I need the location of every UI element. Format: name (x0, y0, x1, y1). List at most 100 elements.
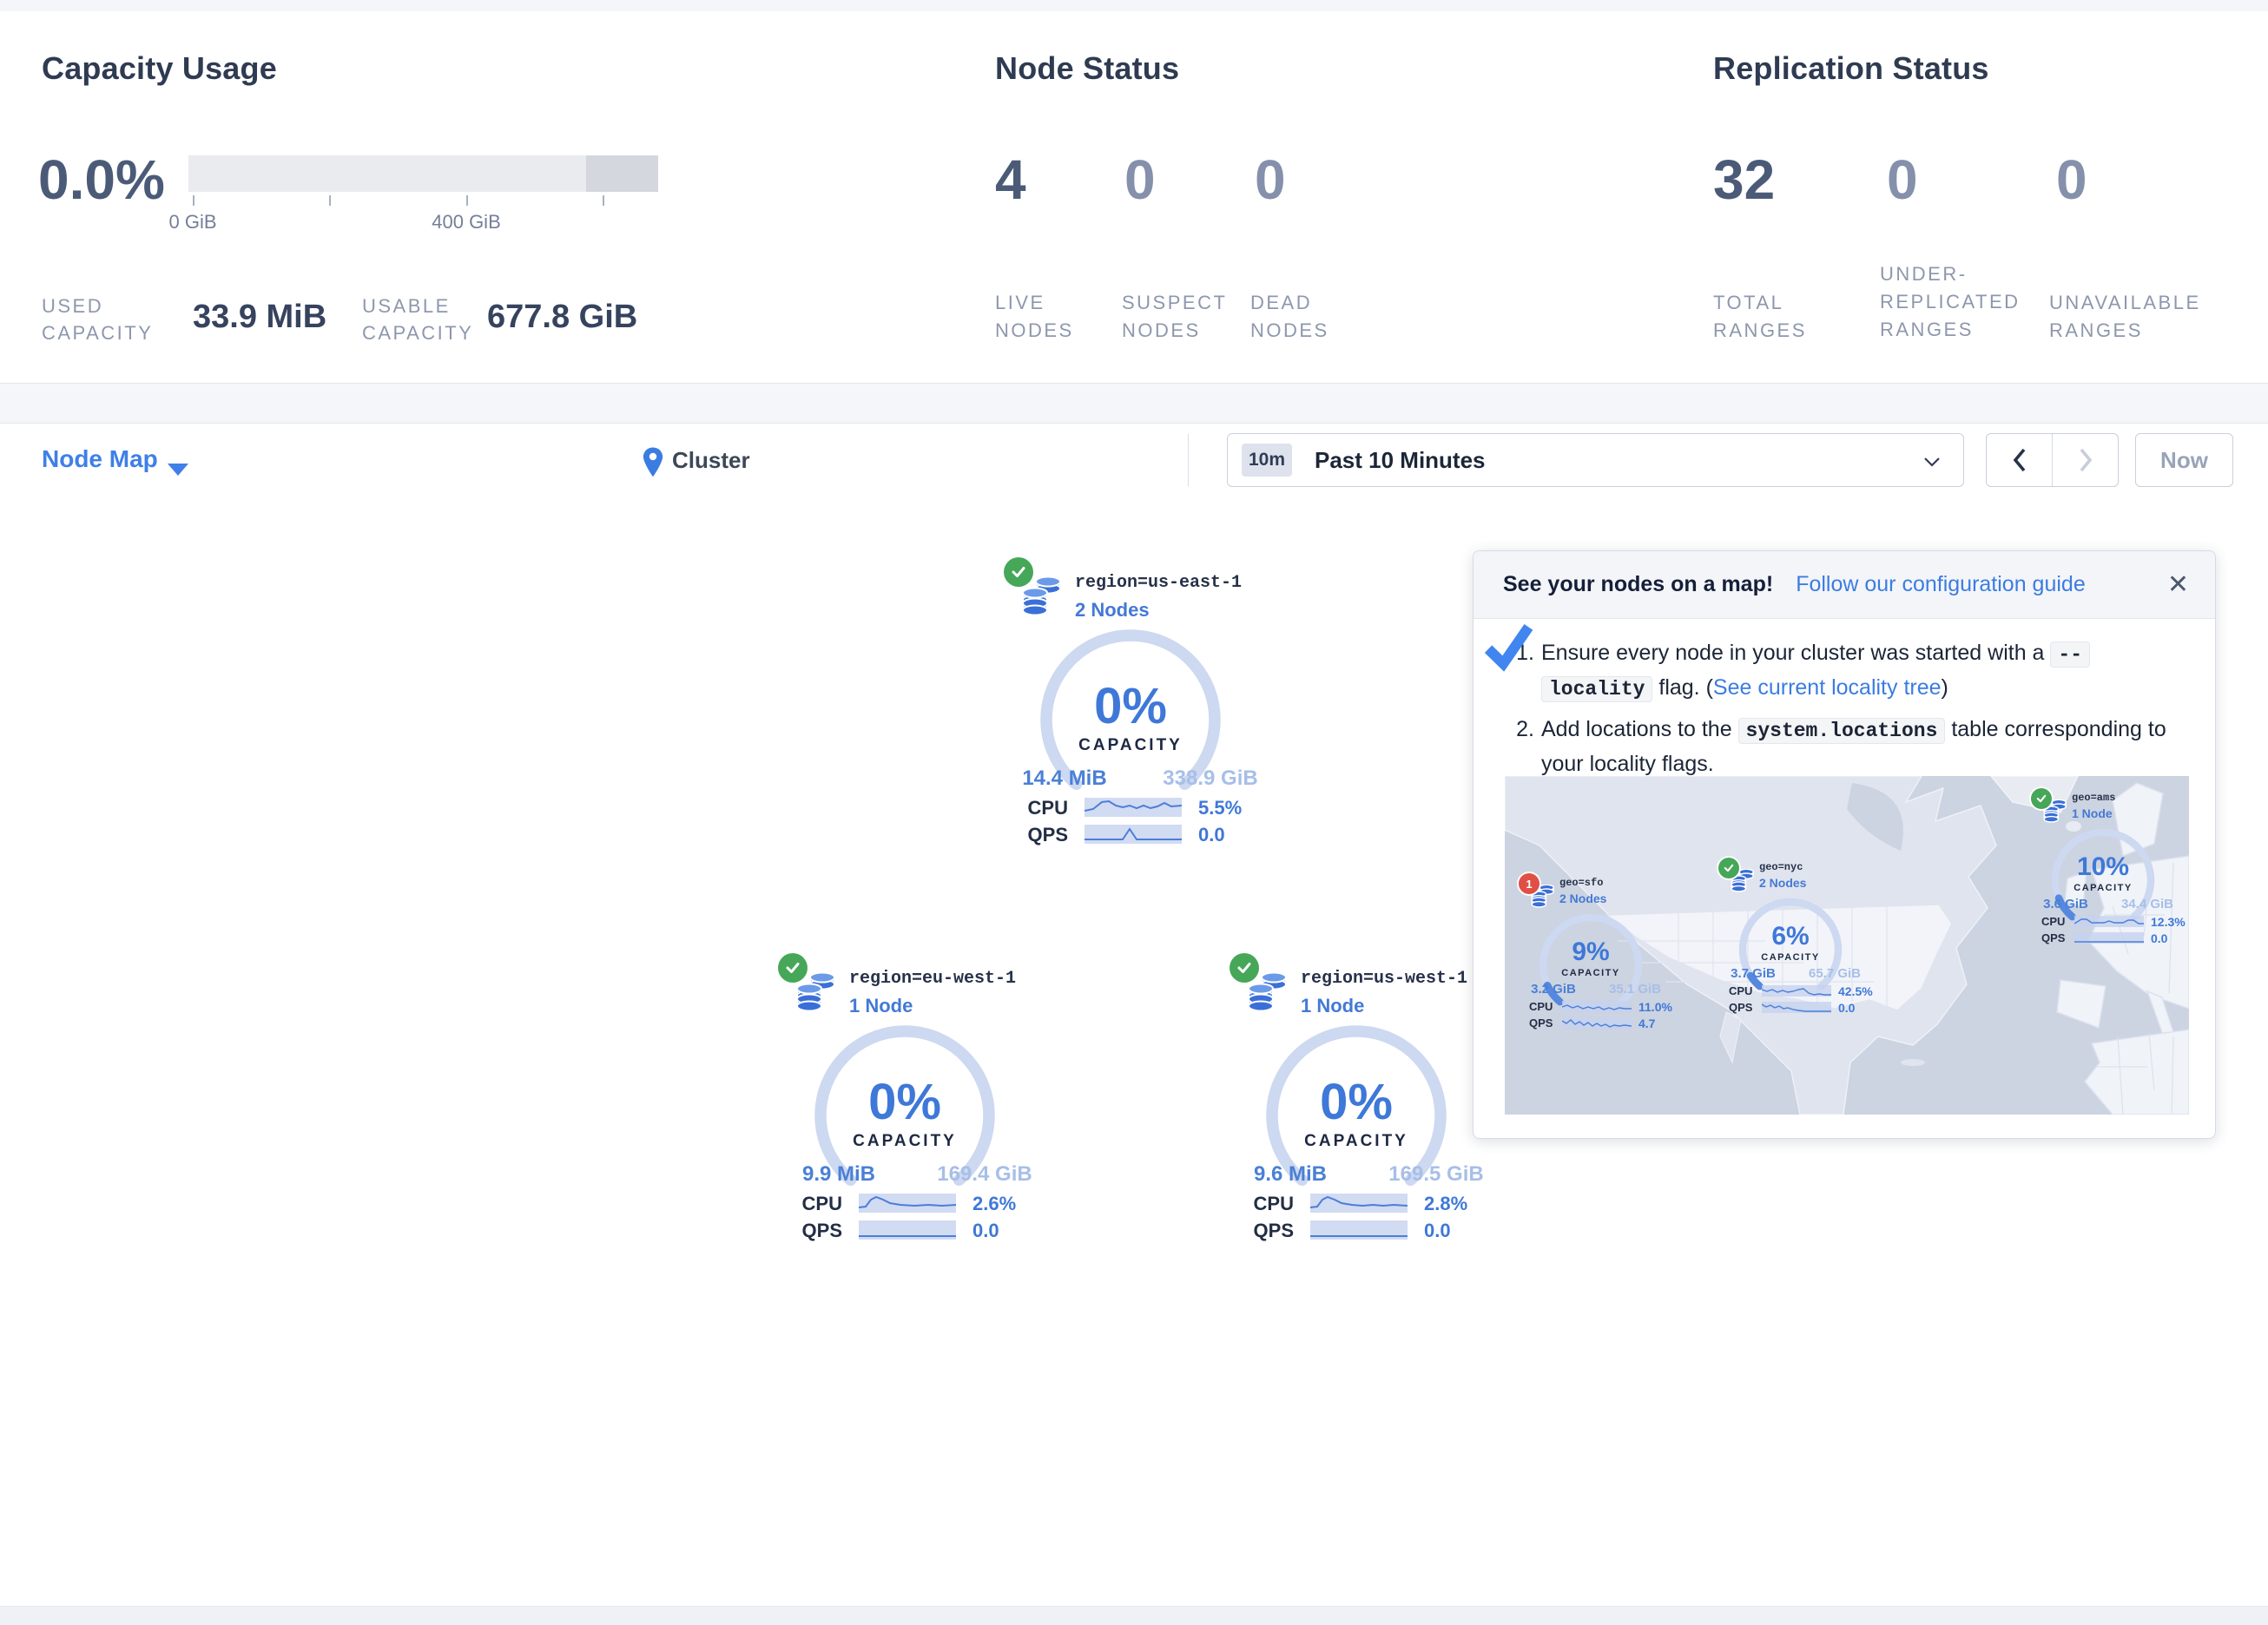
region-nodes-link[interactable]: 1 Node (849, 995, 913, 1017)
qps-label: QPS (1007, 824, 1068, 846)
unavailable-label: UNAVAILABLE RANGES (2049, 289, 2232, 345)
region-nodes-link[interactable]: 2 Nodes (1075, 599, 1150, 622)
cpu-value: 12.3% (2151, 915, 2186, 929)
bar-tick (329, 195, 331, 206)
suspect-nodes-count: 0 (1124, 148, 1156, 212)
step-number: 2. (1508, 713, 1534, 780)
qps-sparkline (1310, 1220, 1408, 1240)
capacity-used-value: 9.6 MiB (1230, 1162, 1351, 1187)
qps-sparkline (1085, 825, 1182, 844)
capacity-used-value: 9.9 MiB (778, 1162, 900, 1187)
capacity-percent: 6% (1738, 922, 1843, 951)
map-region-geo-nyc: geo=nyc 2 Nodes 6% CAPACITY 3.7 GiB 65.7… (1711, 856, 1885, 1023)
capacity-usage-percent: 0.0% (38, 148, 165, 212)
qps-label: QPS (1529, 1016, 1559, 1030)
popup-title: See your nodes on a map! (1503, 572, 1773, 597)
qps-value: 0.0 (2151, 931, 2167, 945)
locality-tree-link[interactable]: See current locality tree (1713, 675, 1942, 700)
step-text: Ensure every node in your cluster was st… (1541, 636, 2090, 706)
close-icon[interactable]: ✕ (2167, 570, 2189, 600)
region-nodes-link[interactable]: 1 Node (2072, 806, 2113, 820)
footer-strip (0, 1606, 2268, 1625)
step-2: 2. Add locations to the system.locations… (1508, 713, 2186, 780)
capacity-caption: CAPACITY (1044, 736, 1217, 755)
healthy-check-icon (1718, 858, 1739, 878)
used-capacity-value: 33.9 MiB (193, 299, 326, 336)
now-button[interactable]: Now (2135, 433, 2233, 487)
capacity-used-value: 3.6 GiB (2024, 897, 2107, 911)
capacity-percent: 0% (1044, 677, 1217, 735)
time-step-arrows (1986, 433, 2119, 487)
used-capacity-label: USED CAPACITY (42, 293, 159, 346)
qps-label: QPS (1729, 1001, 1758, 1014)
bar-tick (466, 195, 468, 206)
region-nodes-link[interactable]: 2 Nodes (1759, 876, 1806, 890)
qps-value: 0.0 (972, 1220, 999, 1242)
capacity-caption: CAPACITY (1738, 952, 1843, 963)
healthy-check-icon (778, 953, 808, 983)
capacity-percent: 10% (2051, 852, 2155, 882)
under-replicated-label: UNDER-REPLICATED RANGES (1880, 260, 2041, 344)
code-chip: -- (2050, 641, 2090, 668)
live-nodes-count: 4 (995, 148, 1026, 212)
breadcrumb-cluster[interactable]: Cluster (672, 447, 750, 474)
time-step-forward-button[interactable] (2053, 434, 2118, 486)
step-1: 1. Ensure every node in your cluster was… (1508, 636, 2186, 706)
capacity-usage-title: Capacity Usage (42, 50, 277, 87)
qps-value: 0.0 (1198, 824, 1225, 846)
cpu-sparkline (1085, 798, 1182, 817)
total-ranges-count: 32 (1713, 148, 1775, 212)
cpu-sparkline (1562, 1001, 1632, 1012)
cpu-label: CPU (1007, 797, 1068, 819)
unavailable-count: 0 (2056, 148, 2087, 212)
qps-value: 4.7 (1638, 1016, 1655, 1030)
time-step-back-button[interactable] (1987, 434, 2053, 486)
capacity-reserved-segment (586, 155, 658, 192)
popup-header: See your nodes on a map! Follow our conf… (1474, 551, 2215, 619)
cpu-label: CPU (2041, 915, 2071, 928)
capacity-caption: CAPACITY (1539, 968, 1643, 978)
bar-tick-label-0: 0 GiB (132, 211, 254, 234)
qps-sparkline (2074, 932, 2144, 944)
under-replicated-count: 0 (1887, 148, 1918, 212)
cpu-sparkline (859, 1194, 956, 1213)
region-name: geo=sfo (1559, 877, 1603, 889)
time-range-select[interactable]: 10m Past 10 Minutes (1227, 433, 1964, 487)
cpu-value: 2.8% (1424, 1193, 1467, 1215)
step-text: Add locations to the system.locations ta… (1541, 713, 2166, 780)
location-pin-icon (641, 446, 665, 479)
capacity-percent: 0% (818, 1073, 992, 1131)
region-nodes-link[interactable]: 2 Nodes (1559, 891, 1606, 905)
region-group-eu-west-1: region=eu-west-1 1 Node 0% CAPACITY 9.9 … (773, 946, 1068, 1252)
cpu-sparkline (2074, 916, 2144, 927)
code-chip: locality (1541, 676, 1652, 702)
cpu-label: CPU (1529, 1000, 1559, 1013)
caret-down-icon[interactable] (168, 464, 188, 476)
region-name: geo=ams (2072, 792, 2115, 804)
cpu-label: CPU (1729, 984, 1758, 997)
capacity-total-value: 65.7 GiB (1793, 966, 1876, 981)
cpu-sparkline (1762, 985, 1831, 997)
node-status-title: Node Status (995, 50, 1179, 87)
chevron-left-icon (2011, 447, 2028, 473)
capacity-total-value: 169.4 GiB (924, 1162, 1045, 1187)
qps-sparkline (1562, 1017, 1632, 1029)
usable-capacity-value: 677.8 GiB (487, 299, 637, 336)
cpu-sparkline (1310, 1194, 1408, 1213)
qps-sparkline (1762, 1002, 1831, 1013)
healthy-check-icon (2031, 788, 2052, 809)
configuration-guide-link[interactable]: Follow our configuration guide (1796, 572, 2086, 597)
time-range-label: Past 10 Minutes (1315, 447, 1486, 474)
cluster-summary-bar: Capacity Usage 0.0% 0 GiB 400 GiB USED C… (0, 11, 2268, 384)
total-ranges-label: TOTAL RANGES (1713, 289, 1830, 345)
cpu-value: 5.5% (1198, 797, 1242, 819)
capacity-used-value: 14.4 MiB (1004, 766, 1125, 791)
capacity-total-value: 338.9 GiB (1150, 766, 1271, 791)
time-range-badge: 10m (1242, 444, 1292, 477)
qps-label: QPS (781, 1220, 842, 1242)
region-group-us-east-1: region=us-east-1 2 Nodes 0% CAPACITY 14.… (999, 550, 1294, 856)
capacity-total-value: 34.4 GiB (2106, 897, 2189, 911)
view-selector-node-map[interactable]: Node Map (42, 445, 158, 473)
replication-status-title: Replication Status (1713, 50, 1989, 87)
region-nodes-link[interactable]: 1 Node (1301, 995, 1364, 1017)
